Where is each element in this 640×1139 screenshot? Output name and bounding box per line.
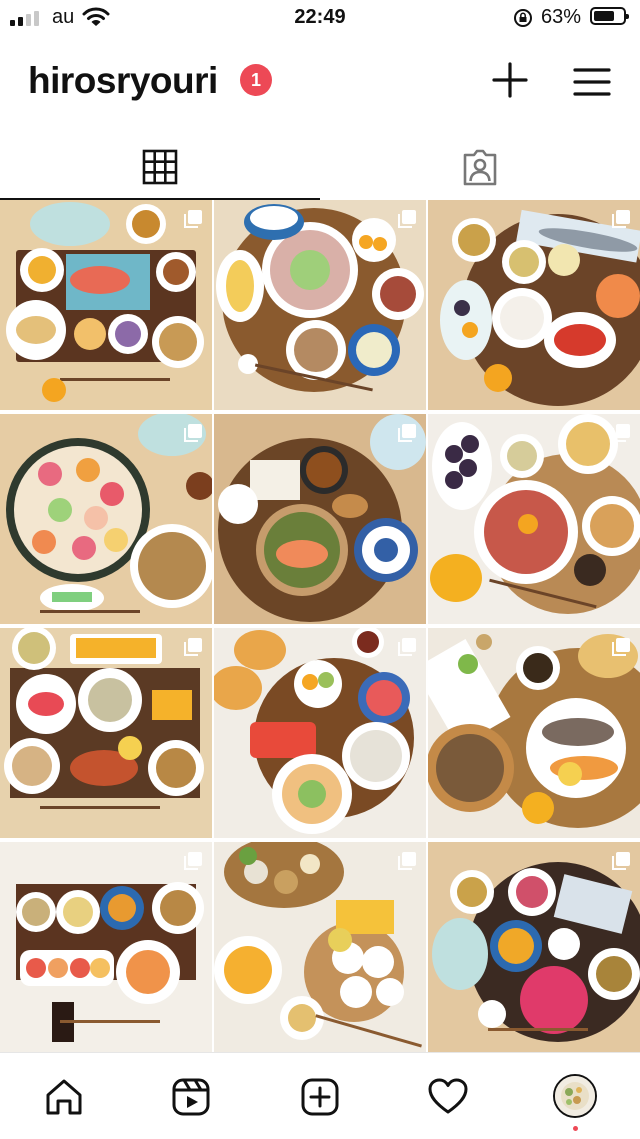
tagged-person-icon	[463, 149, 497, 186]
grid-icon	[142, 149, 178, 185]
notification-dot	[573, 1126, 578, 1131]
carousel-icon	[398, 852, 416, 870]
profile-header: hirosryouri 1	[0, 50, 640, 114]
carousel-icon	[612, 210, 630, 228]
grid-post[interactable]	[0, 200, 212, 410]
post-photo	[428, 414, 640, 624]
post-photo	[0, 414, 212, 624]
carousel-icon	[184, 852, 202, 870]
nav-activity[interactable]	[426, 1075, 470, 1119]
reels-icon	[172, 1078, 210, 1116]
home-icon	[46, 1079, 82, 1115]
grid-post[interactable]	[428, 842, 640, 1052]
grid-post[interactable]	[214, 414, 426, 624]
grid-post[interactable]	[0, 842, 212, 1052]
post-photo	[0, 842, 212, 1052]
tab-tagged[interactable]	[320, 136, 640, 200]
post-photo	[214, 628, 426, 838]
carousel-icon	[184, 424, 202, 442]
grid-post[interactable]	[0, 628, 212, 838]
post-photo	[214, 200, 426, 410]
new-post-icon	[301, 1078, 339, 1116]
post-photo	[214, 842, 426, 1052]
carousel-icon	[184, 210, 202, 228]
nav-home[interactable]	[42, 1075, 86, 1119]
grid-post[interactable]	[214, 628, 426, 838]
grid-post[interactable]	[428, 414, 640, 624]
carousel-icon	[184, 638, 202, 656]
profile-tabs	[0, 136, 640, 200]
post-photo	[428, 628, 640, 838]
post-photo	[0, 200, 212, 410]
grid-post[interactable]	[214, 842, 426, 1052]
nav-reels[interactable]	[169, 1075, 213, 1119]
battery-icon	[590, 7, 629, 25]
battery-percentage: 63%	[541, 6, 582, 28]
carousel-icon	[612, 852, 630, 870]
post-photo	[214, 414, 426, 624]
profile-avatar-image	[555, 1076, 595, 1116]
grid-post[interactable]	[428, 200, 640, 410]
grid-post[interactable]	[428, 628, 640, 838]
carousel-icon	[398, 424, 416, 442]
status-bar: au 22:49 63%	[0, 0, 640, 36]
grid-post[interactable]	[0, 414, 212, 624]
post-photo	[428, 842, 640, 1052]
profile-username[interactable]: hirosryouri	[28, 60, 218, 102]
posts-grid	[0, 200, 640, 1052]
post-photo	[428, 200, 640, 410]
profile-avatar[interactable]	[553, 1074, 597, 1118]
rotation-lock-icon	[514, 9, 532, 27]
hamburger-menu-icon[interactable]	[572, 62, 612, 102]
grid-post[interactable]	[214, 200, 426, 410]
activity-heart-icon	[428, 1078, 468, 1114]
plus-icon[interactable]	[490, 60, 530, 100]
carousel-icon	[612, 424, 630, 442]
notification-badge[interactable]: 1	[240, 64, 272, 96]
carousel-icon	[612, 638, 630, 656]
carousel-icon	[398, 638, 416, 656]
nav-new-post[interactable]	[298, 1075, 342, 1119]
tab-grid[interactable]	[0, 136, 320, 200]
carousel-icon	[398, 210, 416, 228]
bottom-nav-bar	[0, 1052, 640, 1139]
post-photo	[0, 628, 212, 838]
